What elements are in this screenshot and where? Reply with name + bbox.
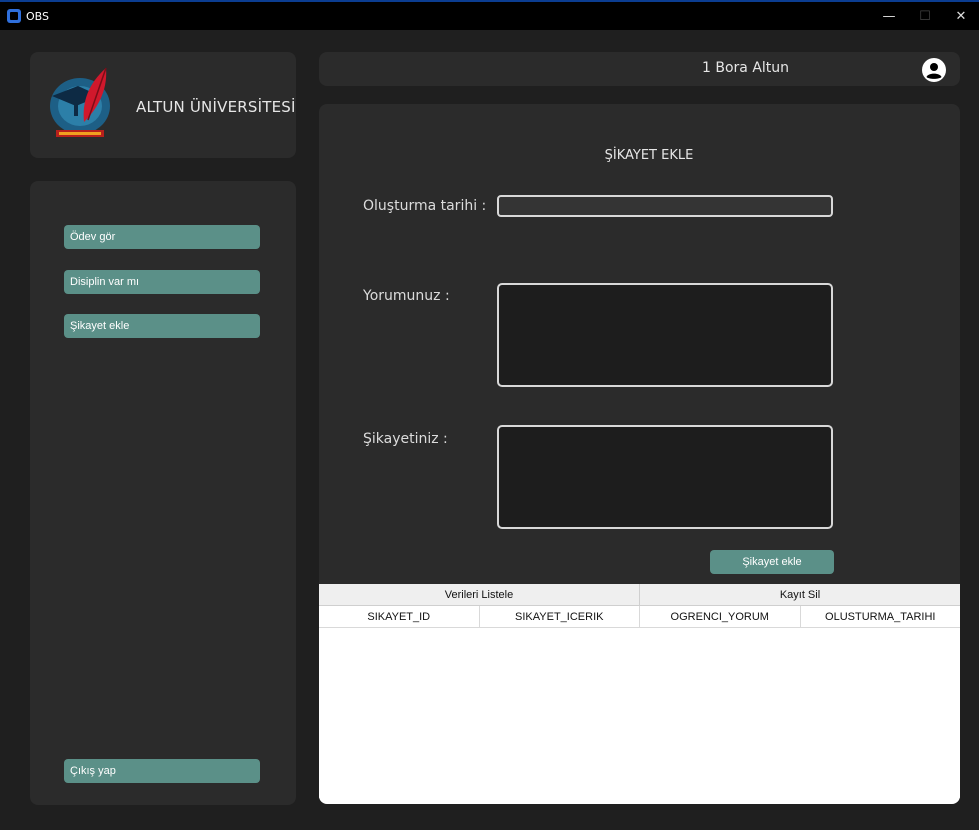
user-label: 1 Bora Altun <box>702 60 790 76</box>
complaint-textarea[interactable] <box>497 425 833 529</box>
user-header: 1 Bora Altun <box>319 52 960 86</box>
app-icon <box>7 9 21 23</box>
user-account-icon[interactable] <box>922 58 946 82</box>
tab-delete-record[interactable]: Kayıt Sil <box>640 584 960 605</box>
comment-label: Yorumunuz : <box>363 288 450 304</box>
column-header-sikayet-icerik[interactable]: SIKAYET_ICERIK <box>480 606 640 627</box>
tab-list-data[interactable]: Verileri Listele <box>319 584 640 605</box>
complaint-label: Şikayetiniz : <box>363 431 448 447</box>
sidebar-item-view-homework[interactable]: Ödev gör <box>64 225 260 249</box>
sidebar-item-discipline[interactable]: Disiplin var mı <box>64 270 260 294</box>
logout-button[interactable]: Çıkış yap <box>64 759 260 783</box>
table-header: SIKAYET_ID SIKAYET_ICERIK OGRENCI_YORUM … <box>319 606 960 628</box>
column-header-sikayet-id[interactable]: SIKAYET_ID <box>319 606 480 627</box>
form-title: ŞİKAYET EKLE <box>604 148 694 163</box>
university-name: ALTUN ÜNİVERSİTESİ <box>136 98 296 116</box>
sidebar-nav: Ödev gör Disiplin var mı Şikayet ekle Çı… <box>30 181 296 805</box>
sidebar-item-add-complaint[interactable]: Şikayet ekle <box>64 314 260 338</box>
date-input[interactable] <box>497 195 833 217</box>
submit-complaint-button[interactable]: Şikayet ekle <box>710 550 834 574</box>
comment-textarea[interactable] <box>497 283 833 387</box>
date-label: Oluşturma tarihi : <box>363 198 487 214</box>
close-button[interactable]: ✕ <box>943 2 979 30</box>
column-header-ogrenci-yorum[interactable]: OGRENCI_YORUM <box>640 606 801 627</box>
logo-panel: ALTUN ÜNİVERSİTESİ <box>30 52 296 158</box>
window-titlebar: OBS — ☐ ✕ <box>0 0 979 30</box>
window-controls: — ☐ ✕ <box>871 2 979 30</box>
table-body[interactable] <box>319 628 960 798</box>
data-table: Verileri Listele Kayıt Sil SIKAYET_ID SI… <box>319 584 960 804</box>
complaint-form-panel: ŞİKAYET EKLE Oluşturma tarihi : Yorumunu… <box>319 104 960 804</box>
university-logo-icon <box>50 67 110 137</box>
column-header-olusturma-tarihi[interactable]: OLUSTURMA_TARIHI <box>801 606 961 627</box>
minimize-button[interactable]: — <box>871 2 907 30</box>
window-title: OBS <box>26 9 49 23</box>
maximize-button[interactable]: ☐ <box>907 2 943 30</box>
table-tabs: Verileri Listele Kayıt Sil <box>319 584 960 606</box>
